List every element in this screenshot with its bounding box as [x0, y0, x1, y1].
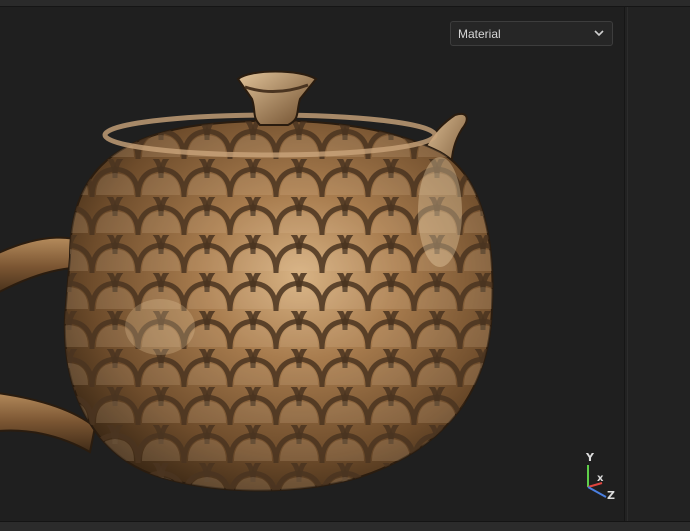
axis-gizmo[interactable]: Y x Z: [578, 447, 624, 507]
bottom-status-edge: [0, 521, 690, 531]
shading-mode-dropdown[interactable]: Material: [450, 21, 613, 46]
chevron-down-icon: [594, 30, 604, 37]
3d-viewport[interactable]: Material Y x Z: [0, 7, 624, 521]
gizmo-y-label: Y: [586, 451, 594, 464]
gizmo-z-label: Z: [607, 489, 615, 502]
shading-mode-value: Material: [458, 26, 501, 41]
gizmo-x-label: x: [597, 473, 604, 484]
top-toolbar-edge: [0, 0, 690, 7]
panel-divider[interactable]: [627, 7, 628, 521]
right-side-panel: [624, 7, 690, 521]
app-window: Material Y x Z: [0, 0, 690, 531]
teapot-model: [0, 70, 494, 492]
